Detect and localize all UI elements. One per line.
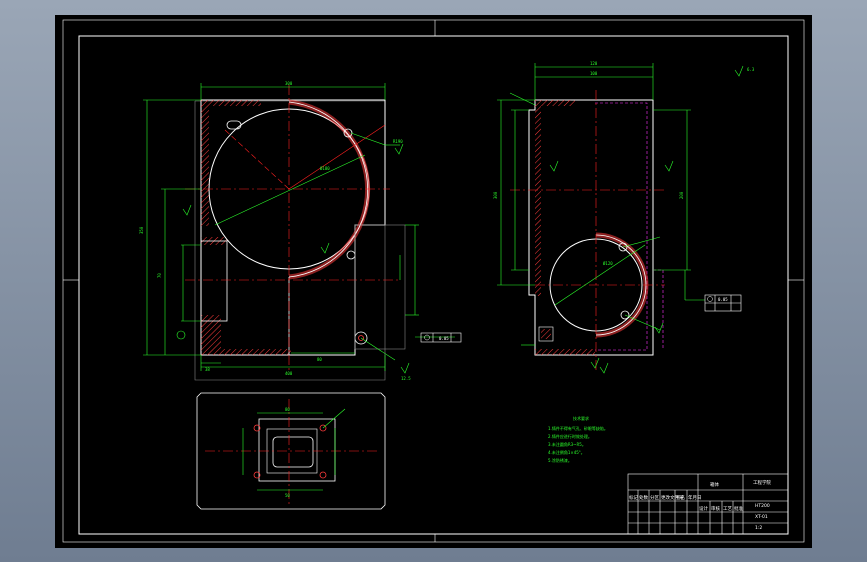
bottom-dim-b: 50 bbox=[285, 493, 290, 498]
side-dim-right: 200 bbox=[679, 191, 684, 199]
bottom-dim-a: 80 bbox=[285, 407, 290, 412]
side-view: 120 100 300 Ø120 200 0.05 6.3 bbox=[493, 61, 755, 374]
front-dim-left-total: 350 bbox=[139, 226, 144, 234]
title-row-label: 签名 bbox=[676, 494, 685, 501]
title-row-label: 年月日 bbox=[688, 494, 702, 501]
front-view: 300 400 350 Ø180 80 38 70 0.05 12.5 R190 bbox=[139, 81, 462, 381]
front-dim-bottom: 400 bbox=[285, 371, 293, 376]
front-dim-top: 300 bbox=[285, 81, 293, 86]
drawing-sheet: 300 400 350 Ø180 80 38 70 0.05 12.5 R190… bbox=[55, 15, 812, 548]
note-item: 3.未注圆角R3~R5。 bbox=[548, 441, 586, 447]
title-scale: 1:2 bbox=[755, 525, 762, 531]
inner-frame bbox=[78, 35, 789, 535]
title-row-label: 处数 bbox=[639, 494, 648, 501]
cad-drawing: 300 400 350 Ø180 80 38 70 0.05 12.5 R190… bbox=[62, 19, 805, 543]
title-footer-label: 审核 bbox=[711, 505, 720, 512]
title-material: HT200 bbox=[755, 503, 770, 509]
technical-notes: 技术要求 1.铸件不得有气孔、砂眼等缺陷。 2.铸件应进行时效处理。 3.未注圆… bbox=[548, 415, 608, 463]
note-item: 5.涂防锈漆。 bbox=[548, 457, 572, 463]
front-dim-side-b: 70 bbox=[157, 273, 162, 278]
title-footer-label: 设计 bbox=[699, 505, 708, 512]
side-dim-top: 120 bbox=[590, 61, 598, 66]
note-item: 4.未注倒角1×45°。 bbox=[548, 449, 585, 455]
bottom-view: 80 50 bbox=[196, 392, 386, 510]
front-tolerance: 0.05 bbox=[439, 336, 449, 341]
front-dim-side-a: 38 bbox=[205, 367, 210, 372]
title-footer-label: 批准 bbox=[734, 505, 743, 512]
title-row-label: 分区 bbox=[650, 494, 659, 501]
title-row-label: 标记 bbox=[629, 494, 638, 501]
notes-title: 技术要求 bbox=[573, 415, 589, 421]
title-org: 工程学院 bbox=[753, 479, 771, 486]
front-dim-bore: Ø180 bbox=[320, 166, 330, 171]
side-dim-left: 300 bbox=[493, 191, 498, 199]
title-footer-label: 工艺 bbox=[723, 506, 732, 512]
side-dim-top-inner: 100 bbox=[590, 71, 598, 76]
side-dim-bore: Ø120 bbox=[603, 261, 613, 266]
note-item: 2.铸件应进行时效处理。 bbox=[548, 433, 592, 439]
title-part-name: 箱体 bbox=[710, 481, 719, 488]
outer-frame bbox=[62, 19, 805, 543]
side-tolerance: 0.05 bbox=[718, 297, 728, 302]
note-item: 1.铸件不得有气孔、砂眼等缺陷。 bbox=[548, 425, 608, 431]
front-radius: R190 bbox=[393, 139, 403, 144]
front-dim-inner: 80 bbox=[317, 357, 322, 362]
title-drawing-no: XT-01 bbox=[755, 514, 768, 520]
front-roughness: 12.5 bbox=[401, 376, 411, 381]
side-roughness: 6.3 bbox=[747, 67, 755, 72]
